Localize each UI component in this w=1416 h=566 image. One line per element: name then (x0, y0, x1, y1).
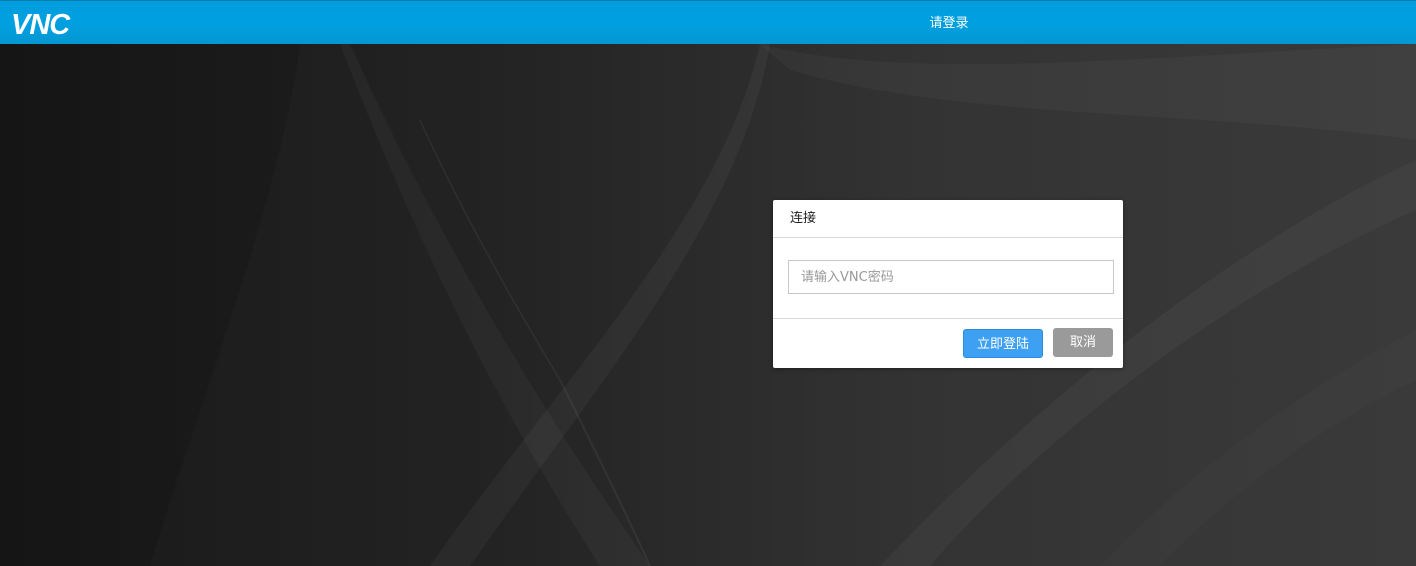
dialog-title: 连接 (773, 200, 1123, 238)
cancel-button[interactable]: 取消 (1053, 328, 1113, 357)
vnc-login-page: VNC 请登录 连接 立即登陆 取消 (0, 0, 1416, 566)
dialog-body (773, 238, 1123, 319)
login-button[interactable]: 立即登陆 (963, 329, 1043, 358)
background-swirls (0, 44, 770, 566)
dialog-footer: 立即登陆 取消 (773, 319, 1123, 368)
connect-dialog: 连接 立即登陆 取消 (773, 200, 1123, 368)
page-title: 请登录 (929, 16, 969, 31)
top-header-bar: VNC 请登录 (0, 0, 1416, 44)
vnc-password-input[interactable] (788, 260, 1114, 294)
